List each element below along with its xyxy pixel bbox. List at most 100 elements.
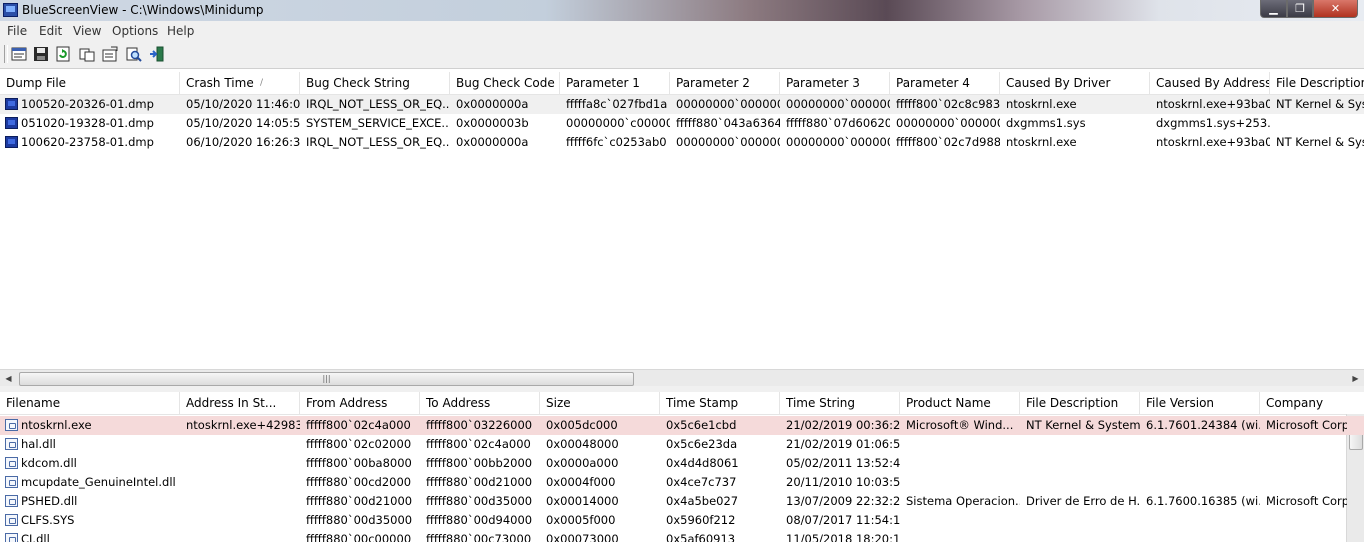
column-bug-check-string[interactable]: Bug Check String (300, 72, 450, 94)
table-cell: 6.1.7601.24384 (wi... (1140, 416, 1260, 435)
cell-text: NT Kernel & System (1276, 97, 1364, 111)
table-cell: 0x5af60913 (660, 530, 780, 542)
driver-row[interactable]: kdcom.dll fffff800`00ba8000 fffff800`00bb2… (0, 454, 1364, 473)
toolbar (0, 41, 1364, 69)
column-time-stamp[interactable]: Time Stamp (660, 392, 780, 414)
column-time-string[interactable]: Time String (780, 392, 900, 414)
cell-text: ntoskrnl.exe (1006, 97, 1077, 111)
table-cell: 13/07/2009 22:32:23 (780, 492, 900, 511)
menu-file[interactable]: File (7, 24, 27, 38)
cell-text: dxgmms1.sys (1006, 116, 1086, 130)
table-cell: NT Kernel & System (1270, 133, 1364, 152)
driver-row[interactable]: mcupdate_GenuineIntel.dll fffff880`00cd20… (0, 473, 1364, 492)
table-cell: 00000000`000000... (670, 95, 780, 114)
cell-text: ntoskrnl.exe (21, 418, 92, 432)
close-button[interactable]: ✕ (1313, 0, 1358, 18)
column-product-name[interactable]: Product Name (900, 392, 1020, 414)
save-icon[interactable] (33, 46, 49, 62)
crash-row[interactable]: 051020-19328-01.dmp 05/10/2020 14:05:53 SY… (0, 114, 1364, 133)
driver-row[interactable]: PSHED.dll fffff880`00d21000 fffff880`00d35… (0, 492, 1364, 511)
column-to-address[interactable]: To Address (420, 392, 540, 414)
menu-view[interactable]: View (73, 24, 101, 38)
menu-bar: File Edit View Options Help (0, 21, 1364, 42)
toolbar-grip (4, 45, 8, 63)
horizontal-scrollbar[interactable]: ◀ ||| ▶ (0, 369, 1364, 387)
column-parameter-4[interactable]: Parameter 4 (890, 72, 1000, 94)
table-cell (1140, 511, 1260, 530)
table-cell: fffff800`02c8c983 (890, 95, 1000, 114)
column-size[interactable]: Size (540, 392, 660, 414)
column-file-description-2[interactable]: File Description (1020, 392, 1140, 414)
table-cell: Driver de Erro de H... (1020, 492, 1140, 511)
table-cell (180, 454, 300, 473)
cell-text: NT Kernel & System (1276, 135, 1364, 149)
properties-icon[interactable] (102, 46, 118, 62)
table-cell: 00000000`000000... (780, 133, 890, 152)
driver-row[interactable]: CLFS.SYS fffff880`00d35000 fffff880`00d940… (0, 511, 1364, 530)
html-report-icon[interactable] (11, 46, 27, 62)
cell-text: 0x0000000a (456, 97, 529, 111)
column-dump-file[interactable]: Dump File (0, 72, 180, 94)
table-cell (1260, 511, 1347, 530)
menu-options[interactable]: Options (112, 24, 158, 38)
cell-text: 100620-23758-01.dmp (21, 135, 154, 149)
scroll-right-icon[interactable]: ▶ (1347, 370, 1364, 387)
table-cell (900, 473, 1020, 492)
column-filename[interactable]: Filename (0, 392, 180, 414)
refresh-icon[interactable] (55, 46, 71, 62)
cell-text: fffff880`00d21000 (426, 475, 533, 489)
table-cell (900, 435, 1020, 454)
cell-text: 0x005dc000 (546, 418, 618, 432)
horizontal-scroll-thumb[interactable]: ||| (19, 372, 634, 386)
cell-text: 00000000`000000... (786, 135, 890, 149)
cell-text: 0x0005f000 (546, 513, 616, 527)
table-cell (1020, 530, 1140, 542)
copy-icon[interactable] (79, 46, 95, 62)
cell-text: NT Kernel & System (1026, 418, 1140, 432)
column-parameter-1[interactable]: Parameter 1 (560, 72, 670, 94)
driver-row[interactable]: hal.dll fffff800`02c02000 fffff800`02c4a00… (0, 435, 1364, 454)
crash-row[interactable]: 100620-23758-01.dmp 06/10/2020 16:26:32 IR… (0, 133, 1364, 152)
table-cell: fffff880`00d35000 (300, 511, 420, 530)
driver-list-header: Filename Address In St... From Address T… (0, 392, 1364, 415)
table-cell (1260, 435, 1347, 454)
cell-text: ntoskrnl.exe+42983 (186, 418, 300, 432)
column-from-address[interactable]: From Address (300, 392, 420, 414)
column-company[interactable]: Company (1260, 392, 1364, 414)
cell-text: 0x4ce7c737 (666, 475, 737, 489)
scroll-left-icon[interactable]: ◀ (0, 370, 17, 387)
minimize-button[interactable]: ▁ (1260, 0, 1287, 18)
column-bug-check-code[interactable]: Bug Check Code (450, 72, 560, 94)
column-crash-time[interactable]: Crash Time / (180, 72, 300, 94)
cell-text: IRQL_NOT_LESS_OR_EQ... (306, 97, 450, 111)
table-cell: CI.dll (0, 530, 180, 542)
column-caused-by-address[interactable]: Caused By Address (1150, 72, 1270, 94)
driver-row[interactable]: CI.dll fffff880`00c00000 fffff880`00c73000… (0, 530, 1364, 542)
column-address-in-stack[interactable]: Address In St... (180, 392, 300, 414)
menu-help[interactable]: Help (167, 24, 194, 38)
table-cell: 05/10/2020 11:46:09 (180, 95, 300, 114)
column-parameter-2[interactable]: Parameter 2 (670, 72, 780, 94)
maximize-button[interactable]: ❐ (1287, 0, 1313, 18)
exit-icon[interactable] (149, 46, 165, 62)
table-cell (900, 511, 1020, 530)
table-cell (1020, 454, 1140, 473)
table-cell: 05/02/2011 13:52:49 (780, 454, 900, 473)
cell-text: fffff800`02c02000 (306, 437, 412, 451)
table-cell (1020, 511, 1140, 530)
driver-row[interactable]: ntoskrnl.exe ntoskrnl.exe+42983 fffff800`0… (0, 416, 1364, 435)
table-cell: fffff6fc`c0253ab0 (560, 133, 670, 152)
menu-edit[interactable]: Edit (39, 24, 62, 38)
table-cell: 0x4a5be027 (660, 492, 780, 511)
column-file-version[interactable]: File Version (1140, 392, 1260, 414)
column-file-description[interactable]: File Description (1270, 72, 1364, 94)
table-cell: ntoskrnl.exe+93ba0 (1150, 95, 1270, 114)
column-parameter-3[interactable]: Parameter 3 (780, 72, 890, 94)
cell-text: fffff880`00d35000 (426, 494, 533, 508)
cell-text: Sistema Operacion... (906, 494, 1020, 508)
crash-row[interactable]: 100520-20326-01.dmp 05/10/2020 11:46:09 IR… (0, 95, 1364, 114)
cell-text: fffff880`043a6364 (676, 116, 780, 130)
find-icon[interactable] (126, 46, 142, 62)
table-cell: fffff880`00d94000 (420, 511, 540, 530)
column-caused-by-driver[interactable]: Caused By Driver (1000, 72, 1150, 94)
